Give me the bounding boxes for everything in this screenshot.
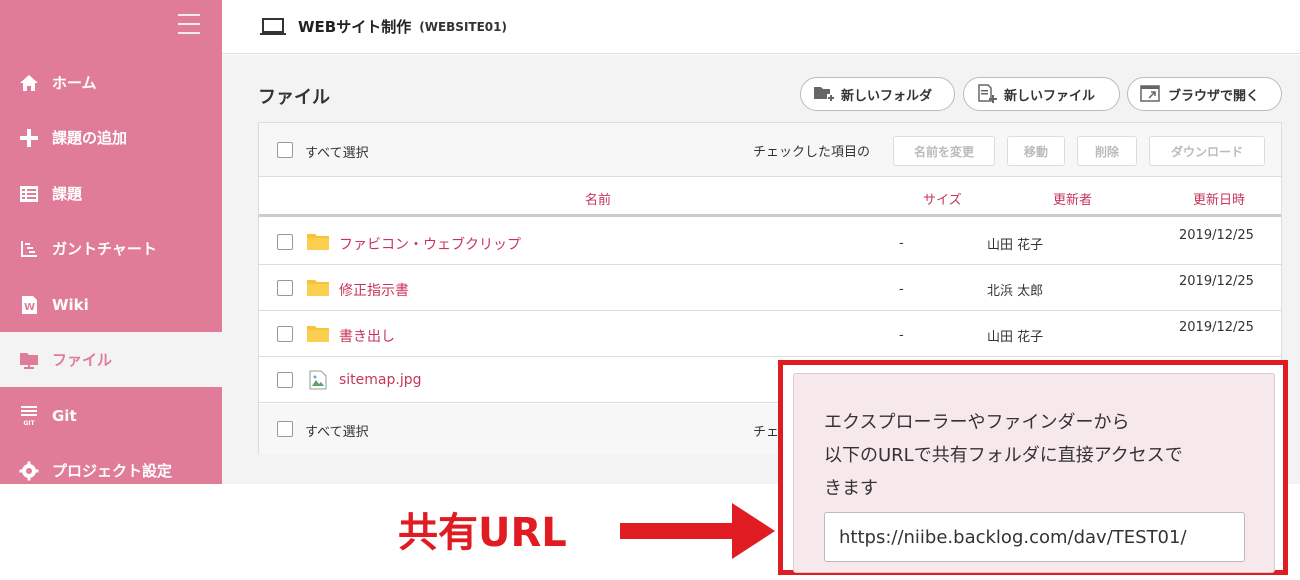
folder-icon (307, 234, 329, 250)
sidebar-item-gantt[interactable]: ガントチャート (0, 221, 222, 276)
shared-url-field[interactable]: https://niibe.backlog.com/dav/TEST01/ (824, 512, 1245, 562)
shared-url-highlight: エクスプローラーやファインダーから 以下のURLで共有フォルダに直接アクセスで … (778, 360, 1288, 575)
new-folder-icon (814, 87, 835, 102)
sidebar-item-git[interactable]: GIT Git (0, 388, 222, 443)
gear-icon (18, 460, 40, 482)
description-line: きます (824, 478, 878, 499)
open-in-browser-button[interactable]: ブラウザで開く (1127, 77, 1282, 111)
new-file-label: 新しいファイル (1004, 88, 1096, 104)
checked-items-label: チェ (753, 425, 780, 440)
description-line: 以下のURLで共有フォルダに直接アクセスで (824, 445, 1183, 466)
folder-icon (18, 349, 40, 371)
folder-icon (307, 326, 329, 342)
file-updater: 山田 花子 (987, 330, 1044, 345)
sidebar-item-add-issue[interactable]: 課題の追加 (0, 110, 222, 165)
description-line: エクスプローラーやファインダーから (824, 412, 1130, 433)
page-title: ファイル (258, 87, 330, 108)
home-icon (18, 72, 40, 94)
move-button[interactable]: 移動 (1007, 136, 1065, 166)
sidebar-item-label: プロジェクト設定 (52, 462, 173, 480)
wiki-icon: W (18, 294, 40, 316)
select-all-label: すべて選択 (305, 146, 369, 161)
table-row: 修正指示書 - 北浜 太郎 2019/12/25 (259, 266, 1281, 311)
sidebar-item-label: Git (52, 406, 77, 425)
file-updated: 2019/12/25 (1179, 320, 1254, 335)
menu-icon[interactable] (178, 14, 200, 36)
sidebar-item-label: ファイル (52, 351, 113, 369)
file-updater: 北浜 太郎 (987, 284, 1044, 299)
new-file-button[interactable]: 新しいファイル (963, 77, 1120, 111)
sidebar-item-home[interactable]: ホーム (0, 55, 222, 110)
svg-text:W: W (24, 302, 35, 313)
sidebar-item-label: ホーム (52, 74, 97, 92)
delete-button[interactable]: 削除 (1077, 136, 1137, 166)
new-folder-button[interactable]: 新しいフォルダ (800, 77, 955, 111)
column-updater[interactable]: 更新者 (1053, 189, 1092, 208)
image-file-icon (309, 370, 327, 390)
git-icon: GIT (18, 405, 40, 427)
folder-icon (307, 280, 329, 296)
sidebar-item-label: ガントチャート (52, 240, 157, 258)
select-all-checkbox[interactable] (277, 142, 293, 158)
sidebar-item-label: Wiki (52, 295, 89, 314)
sidebar: ホーム 課題の追加 課題 ガントチャート W Wiki ファイル GIT Git… (0, 0, 222, 484)
file-name-link[interactable]: 書き出し (339, 326, 395, 346)
svg-text:GIT: GIT (23, 420, 35, 427)
row-checkbox[interactable] (277, 372, 293, 388)
sidebar-item-files[interactable]: ファイル (0, 332, 222, 387)
file-updater: 山田 花子 (987, 238, 1044, 253)
project-name[interactable]: WEBサイト制作 (298, 16, 411, 37)
row-checkbox[interactable] (277, 234, 293, 250)
shared-url-description: エクスプローラーやファインダーから 以下のURLで共有フォルダに直接アクセスで … (824, 406, 1254, 505)
laptop-icon (260, 17, 286, 35)
gantt-icon (18, 238, 40, 260)
column-name[interactable]: 名前 (585, 189, 611, 208)
sidebar-item-issues[interactable]: 課題 (0, 166, 222, 221)
row-checkbox[interactable] (277, 280, 293, 296)
sidebar-item-project-settings[interactable]: プロジェクト設定 (0, 443, 222, 498)
browser-icon (1140, 85, 1160, 102)
open-in-browser-label: ブラウザで開く (1168, 88, 1260, 104)
table-row: 書き出し - 山田 花子 2019/12/25 (259, 312, 1281, 357)
sidebar-item-label: 課題 (52, 185, 83, 203)
project-header: WEBサイト制作 (WEBSITE01) (222, 0, 1300, 54)
checked-items-label: チェックした項目の (753, 145, 871, 160)
select-all-label: すべて選択 (305, 425, 369, 440)
bulk-action-bar: すべて選択 チェックした項目の 名前を変更 移動 削除 ダウンロード (259, 123, 1281, 177)
rename-button[interactable]: 名前を変更 (893, 136, 995, 166)
table-row: ファビコン・ウェブクリップ - 山田 花子 2019/12/25 (259, 220, 1281, 265)
file-updated: 2019/12/25 (1179, 228, 1254, 243)
file-size: - (899, 282, 904, 297)
select-all-checkbox[interactable] (277, 421, 293, 437)
row-checkbox[interactable] (277, 326, 293, 342)
sidebar-item-wiki[interactable]: W Wiki (0, 277, 222, 332)
shared-url-annotation: 共有URL (398, 510, 567, 556)
list-icon (18, 183, 40, 205)
project-key: (WEBSITE01) (419, 19, 507, 34)
new-file-icon (978, 84, 997, 103)
sidebar-item-label: 課題の追加 (52, 129, 128, 147)
download-button[interactable]: ダウンロード (1149, 136, 1265, 166)
new-folder-label: 新しいフォルダ (841, 88, 933, 104)
table-header: 名前 サイズ 更新者 更新日時 (259, 177, 1281, 217)
shared-url-panel: エクスプローラーやファインダーから 以下のURLで共有フォルダに直接アクセスで … (793, 373, 1275, 573)
file-updated: 2019/12/25 (1179, 274, 1254, 289)
file-name-link[interactable]: ファビコン・ウェブクリップ (339, 234, 521, 254)
column-updated[interactable]: 更新日時 (1193, 189, 1245, 208)
file-name-link[interactable]: sitemap.jpg (339, 372, 422, 388)
file-size: - (899, 236, 904, 251)
file-name-link[interactable]: 修正指示書 (339, 280, 409, 300)
plus-icon (18, 127, 40, 149)
column-size[interactable]: サイズ (923, 189, 962, 208)
arrow-right-icon (620, 503, 775, 559)
file-size: - (899, 328, 904, 343)
